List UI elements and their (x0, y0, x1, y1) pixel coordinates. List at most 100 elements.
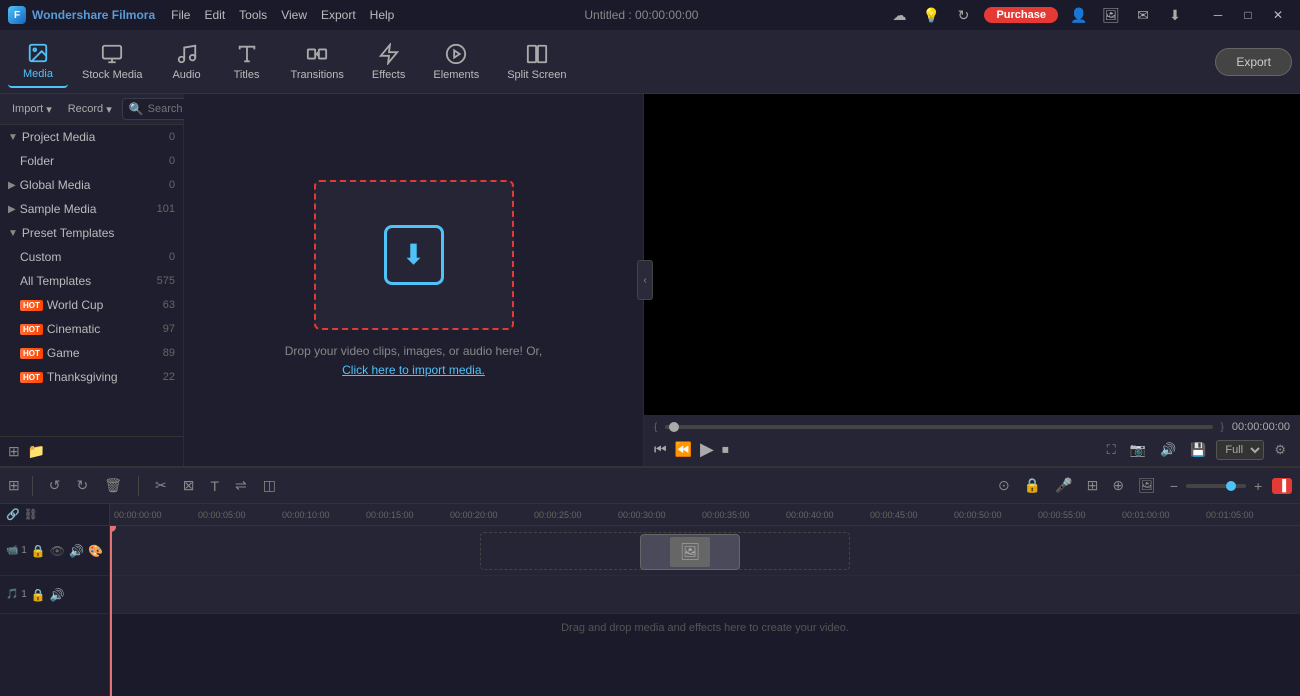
speed-button[interactable]: ⇌ (231, 475, 251, 496)
refresh-icon[interactable]: ↻ (952, 4, 974, 26)
snapshot-button[interactable]: 📷 (1126, 440, 1150, 460)
import-button[interactable]: Import ▾ (6, 100, 58, 119)
toolbar-media[interactable]: Media (8, 36, 68, 88)
fullscreen-button[interactable]: ⛶ (1103, 440, 1120, 460)
tick-12: 00:01:00:00 (1122, 510, 1206, 520)
minimize-button[interactable]: ─ (1204, 4, 1232, 26)
stop-button[interactable]: ⏹ (722, 441, 729, 458)
settings-button[interactable]: ⚙ (1270, 440, 1290, 460)
audio-icon[interactable]: 🎤 (1051, 475, 1076, 496)
quality-select[interactable]: Full (1216, 440, 1264, 460)
apps-icon[interactable]: ⊞ (8, 477, 20, 494)
new-folder-icon[interactable]: 📁 (28, 443, 45, 460)
download-icon[interactable]: ⬇ (1164, 4, 1186, 26)
tree-thanksgiving[interactable]: HOT Thanksgiving 22 (0, 365, 183, 389)
ripple-edit-icon[interactable]: ⊙ (994, 475, 1014, 496)
tree-game[interactable]: HOT Game 89 (0, 341, 183, 365)
group-icon[interactable]: ⊞ (1083, 475, 1103, 496)
clip-speed-icon[interactable]: 🔒 (1020, 475, 1045, 496)
tree-all-templates[interactable]: All Templates 575 (0, 269, 183, 293)
import-link[interactable]: Click here to import media. (342, 363, 485, 377)
tree-custom[interactable]: Custom 0 (0, 245, 183, 269)
tree-folder[interactable]: Folder 0 (0, 149, 183, 173)
menu-bar: File Edit Tools View Export Help (171, 8, 394, 22)
video-track-color[interactable]: 🎨 (88, 544, 103, 558)
undo-button[interactable]: ↺ (45, 475, 65, 496)
save-frame-button[interactable]: 💾 (1186, 440, 1210, 460)
tick-10: 00:00:50:00 (954, 510, 1038, 520)
toolbar-separator-1 (32, 476, 33, 496)
step-back-button[interactable]: ⏮ (654, 441, 667, 458)
close-button[interactable]: ✕ (1264, 4, 1292, 26)
preview-scrubber[interactable] (665, 425, 1212, 429)
menu-export[interactable]: Export (321, 8, 356, 22)
tree-cinematic[interactable]: HOT Cinematic 97 (0, 317, 183, 341)
cloud-icon[interactable]: ☁ (888, 4, 910, 26)
timeline-right-controls: ⊙ 🔒 🎤 ⊞ ⊕ 🖼 − + ▐ (994, 475, 1292, 496)
fit-timeline-button[interactable]: ▐ (1272, 478, 1292, 494)
profile-icon[interactable]: 🖼 (1100, 4, 1122, 26)
tick-1: 00:00:05:00 (198, 510, 282, 520)
purchase-button[interactable]: Purchase (984, 7, 1058, 23)
video-track-lock[interactable]: 🔒 (31, 544, 46, 558)
preview-time: 00:00:00:00 (1232, 421, 1290, 433)
toolbar-transitions[interactable]: Transitions (277, 37, 358, 87)
audio-track-mute[interactable]: 🔊 (50, 588, 65, 602)
preview-controls: { } 00:00:00:00 ⏮ ⏪ ▶ ⏹ ⛶ 📷 🔊 💾 Fu (644, 415, 1300, 466)
tree-global-media[interactable]: ▶ Global Media 0 (0, 173, 183, 197)
hot-badge-world-cup: HOT (20, 300, 43, 311)
menu-help[interactable]: Help (370, 8, 395, 22)
frame-back-button[interactable]: ⏪ (675, 441, 692, 458)
video-track-eye[interactable]: 👁 (50, 544, 65, 558)
tree-world-cup[interactable]: HOT World Cup 63 (0, 293, 183, 317)
menu-edit[interactable]: Edit (204, 8, 225, 22)
hot-badge-game: HOT (20, 348, 43, 359)
toolbar-titles[interactable]: Titles (217, 37, 277, 87)
zoom-slider[interactable] (1186, 484, 1246, 488)
search-icon: 🔍 (129, 102, 144, 116)
redo-button[interactable]: ↻ (72, 475, 92, 496)
timeline-ruler-area: 00:00:00:00 00:00:05:00 00:00:10:00 00:0… (110, 504, 1300, 696)
new-project-icon[interactable]: ⊞ (8, 443, 20, 460)
toolbar-split-screen[interactable]: Split Screen (493, 37, 580, 87)
maximize-button[interactable]: □ (1234, 4, 1262, 26)
multicam-button[interactable]: ◫ (259, 475, 280, 496)
menu-file[interactable]: File (171, 8, 190, 22)
snap-icon[interactable]: 🔗 (6, 508, 20, 521)
audio-track-lock[interactable]: 🔒 (31, 588, 46, 602)
ruler-ticks-container: 00:00:00:00 00:00:05:00 00:00:10:00 00:0… (114, 510, 1290, 520)
media-clip[interactable]: 🖼 (640, 534, 740, 570)
tick-8: 00:00:40:00 (786, 510, 870, 520)
volume-button[interactable]: 🔊 (1156, 440, 1180, 460)
cut-button[interactable]: ✂ (151, 475, 171, 496)
zoom-in-button[interactable]: + (1250, 476, 1266, 496)
export-button[interactable]: Export (1215, 48, 1292, 76)
toolbar-stock-media[interactable]: Stock Media (68, 37, 157, 87)
record-button[interactable]: Record ▾ (62, 100, 118, 119)
tree-sample-media[interactable]: ▶ Sample Media 101 (0, 197, 183, 221)
toolbar-effects[interactable]: Effects (358, 37, 419, 87)
drop-zone[interactable]: ⬇ (314, 180, 514, 330)
link-icon[interactable]: ⛓ (24, 508, 38, 521)
bulb-icon[interactable]: 💡 (920, 4, 942, 26)
zoom-out-button[interactable]: − (1166, 476, 1182, 496)
video-track-audio[interactable]: 🔊 (69, 544, 84, 558)
menu-view[interactable]: View (281, 8, 307, 22)
drag-drop-hint: Drag and drop media and effects here to … (110, 614, 1300, 642)
motion-icon[interactable]: ⊕ (1108, 475, 1128, 496)
insert-icon[interactable]: 🖼 (1134, 475, 1160, 496)
drop-text: Drop your video clips, images, or audio … (285, 342, 542, 380)
toolbar-audio[interactable]: Audio (157, 37, 217, 87)
collapse-panel-button[interactable]: ‹ (637, 260, 653, 300)
mail-icon[interactable]: ✉ (1132, 4, 1154, 26)
crop-button[interactable]: ⊠ (179, 475, 199, 496)
tree-project-media[interactable]: ▼ Project Media 0 (0, 125, 183, 149)
tree-preset-templates[interactable]: ▼ Preset Templates (0, 221, 183, 245)
play-button[interactable]: ▶ (700, 439, 714, 460)
delete-button[interactable]: 🗑 (100, 475, 126, 496)
playhead[interactable] (110, 526, 112, 696)
toolbar-elements[interactable]: Elements (419, 37, 493, 87)
user-icon[interactable]: 👤 (1068, 4, 1090, 26)
menu-tools[interactable]: Tools (239, 8, 267, 22)
text-button[interactable]: T (206, 476, 223, 496)
